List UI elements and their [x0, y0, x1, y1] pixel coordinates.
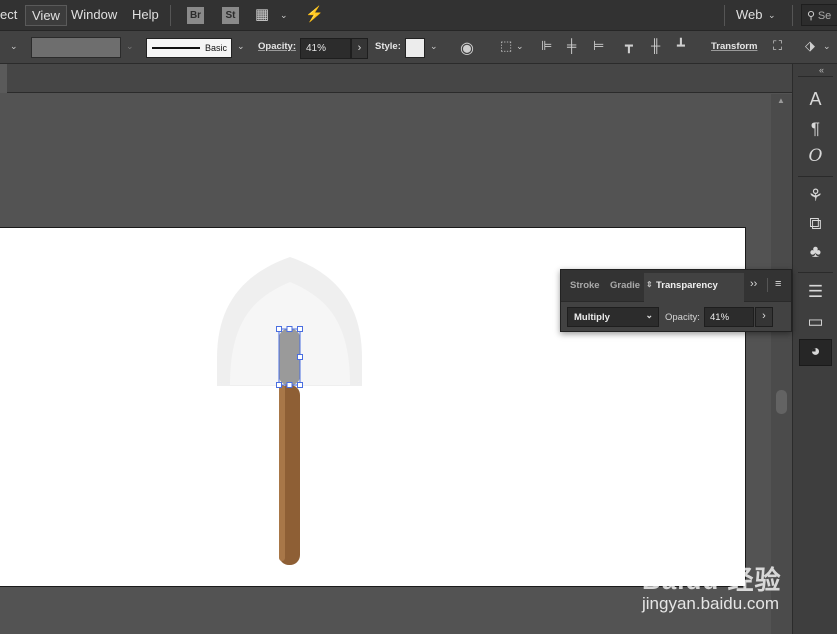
panel-opacity-input[interactable]: 41%: [704, 307, 754, 327]
tab-options-icon: ⇕: [646, 280, 653, 289]
align-bottom-icon[interactable]: ┻: [677, 38, 685, 54]
blend-mode-value: Multiply: [574, 312, 610, 323]
tab-gradient[interactable]: Gradie: [610, 280, 640, 291]
vertical-scrollbar[interactable]: ▲: [771, 94, 792, 634]
transparency-panel: Stroke Gradie ⇕ Transparency ›› ≡ Multip…: [560, 269, 792, 332]
search-placeholder: Se: [817, 10, 832, 22]
recolor-artwork-icon[interactable]: ◉: [460, 38, 474, 58]
arrange-documents-icon[interactable]: ▦: [255, 5, 269, 23]
selection-handle: [297, 382, 303, 388]
transparency-icon: ◕: [810, 343, 821, 360]
chevron-down-icon[interactable]: ⌄: [280, 10, 288, 21]
selected-shovel-neck: [279, 329, 300, 385]
selection-handle: [276, 382, 282, 388]
shovel-handle-highlight: [279, 385, 285, 561]
menu-divider: [792, 5, 793, 26]
selection-handle: [286, 382, 293, 388]
align-top-icon[interactable]: ┳: [625, 38, 633, 54]
bridge-button[interactable]: Br: [187, 7, 204, 24]
search-field[interactable]: ⚲ Se: [801, 4, 837, 26]
opacity-input[interactable]: 41%: [300, 38, 351, 59]
document-tab[interactable]: [0, 64, 7, 93]
variable-width-field[interactable]: [31, 37, 121, 58]
align-vertical-center-icon[interactable]: ╫: [651, 38, 660, 53]
watermark-url: jingyan.baidu.com: [642, 594, 780, 613]
align-to-icon[interactable]: ⬚: [500, 38, 512, 54]
panel-opacity-label: Opacity:: [665, 312, 700, 323]
tab-transparency[interactable]: ⇕ Transparency: [644, 273, 744, 302]
panel-tab-bar: Stroke Gradie ⇕ Transparency ›› ≡: [561, 270, 791, 302]
chevron-down-icon[interactable]: ⌄: [768, 10, 776, 21]
align-right-icon[interactable]: ⊨: [593, 38, 604, 54]
selection-handle: [297, 354, 303, 360]
menu-help[interactable]: Help: [132, 7, 159, 22]
stock-button[interactable]: St: [222, 7, 239, 24]
transform-each-icon[interactable]: ⬗: [805, 38, 815, 54]
gradient-panel-icon[interactable]: ▭: [793, 312, 837, 332]
graphic-style-swatch[interactable]: [405, 38, 425, 58]
dock-divider: [798, 176, 833, 177]
align-left-icon[interactable]: ⊫: [541, 38, 552, 54]
dock-divider: [798, 272, 833, 273]
style-label: Style:: [375, 41, 401, 52]
transform-button[interactable]: Transform: [711, 41, 757, 52]
artboards-icon[interactable]: ⧉: [793, 214, 837, 234]
collapse-panel-icon[interactable]: ››: [750, 278, 757, 290]
chevron-down-icon[interactable]: ⌄: [126, 41, 134, 52]
isolate-icon[interactable]: ⛶: [773, 38, 782, 54]
search-icon: ⚲: [807, 10, 816, 22]
stroke-profile-label: Basic: [205, 43, 228, 53]
character-icon[interactable]: A: [793, 89, 837, 110]
chevron-down-icon[interactable]: ⌄: [516, 41, 524, 52]
paragraph-icon[interactable]: ¶: [793, 119, 837, 139]
opentype-icon[interactable]: O: [793, 146, 837, 166]
panel-dock: « A ¶ O ⚘ ⧉ ♣ ☰ ▭ ◕: [792, 64, 837, 634]
blend-mode-select[interactable]: Multiply ⌄: [567, 307, 659, 327]
menu-window[interactable]: Window: [71, 7, 117, 22]
menu-view[interactable]: View: [25, 5, 67, 26]
stroke-panel-icon[interactable]: ☰: [793, 282, 837, 302]
chevron-down-icon: ⌄: [645, 310, 653, 320]
collapse-dock-icon[interactable]: «: [819, 65, 824, 75]
watermark-logo: Baidu 经验: [642, 565, 782, 595]
chevron-down-icon[interactable]: ⌄: [237, 41, 245, 52]
panel-tab-divider: [767, 278, 768, 292]
stroke-line-preview: [152, 47, 200, 49]
menu-object[interactable]: ect: [0, 7, 17, 22]
dock-divider: [798, 76, 833, 77]
selection-handle: [276, 326, 282, 332]
scrollbar-thumb[interactable]: [776, 390, 787, 414]
opacity-arrow-button[interactable]: ›: [351, 38, 368, 59]
control-bar: ⌄ ⌄ Basic ⌄ Opacity: 41% › Style: ⌄ ◉ ⬚ …: [0, 31, 837, 64]
tab-transparency-label: Transparency: [656, 280, 718, 291]
align-center-icon[interactable]: ╪: [567, 38, 576, 53]
stroke-profile-field[interactable]: Basic: [146, 38, 232, 58]
menu-divider: [170, 5, 171, 26]
chevron-down-icon[interactable]: ⌄: [430, 41, 438, 52]
menu-bar: ect View Window Help Br St ▦ ⌄ ⚡ Web ⌄ ⚲…: [0, 0, 837, 31]
selection-handle: [297, 326, 303, 332]
workspace-switcher[interactable]: Web: [736, 7, 763, 22]
menu-divider: [724, 5, 725, 26]
chevron-down-icon[interactable]: ⌄: [10, 41, 18, 52]
symbols-icon[interactable]: ♣: [793, 242, 837, 262]
transparency-panel-button[interactable]: ◕: [799, 339, 832, 366]
tab-stroke[interactable]: Stroke: [570, 280, 600, 291]
panel-menu-icon[interactable]: ≡: [775, 278, 781, 290]
scroll-up-arrow-icon[interactable]: ▲: [777, 96, 785, 105]
opacity-label[interactable]: Opacity:: [258, 41, 296, 52]
chevron-down-icon[interactable]: ⌄: [823, 41, 831, 52]
links-icon[interactable]: ⚘: [793, 186, 837, 206]
selection-handle: [286, 326, 293, 332]
gpu-performance-icon[interactable]: ⚡: [305, 5, 324, 23]
document-tab-strip: [0, 64, 792, 93]
panel-opacity-arrow-button[interactable]: ›: [755, 307, 773, 327]
